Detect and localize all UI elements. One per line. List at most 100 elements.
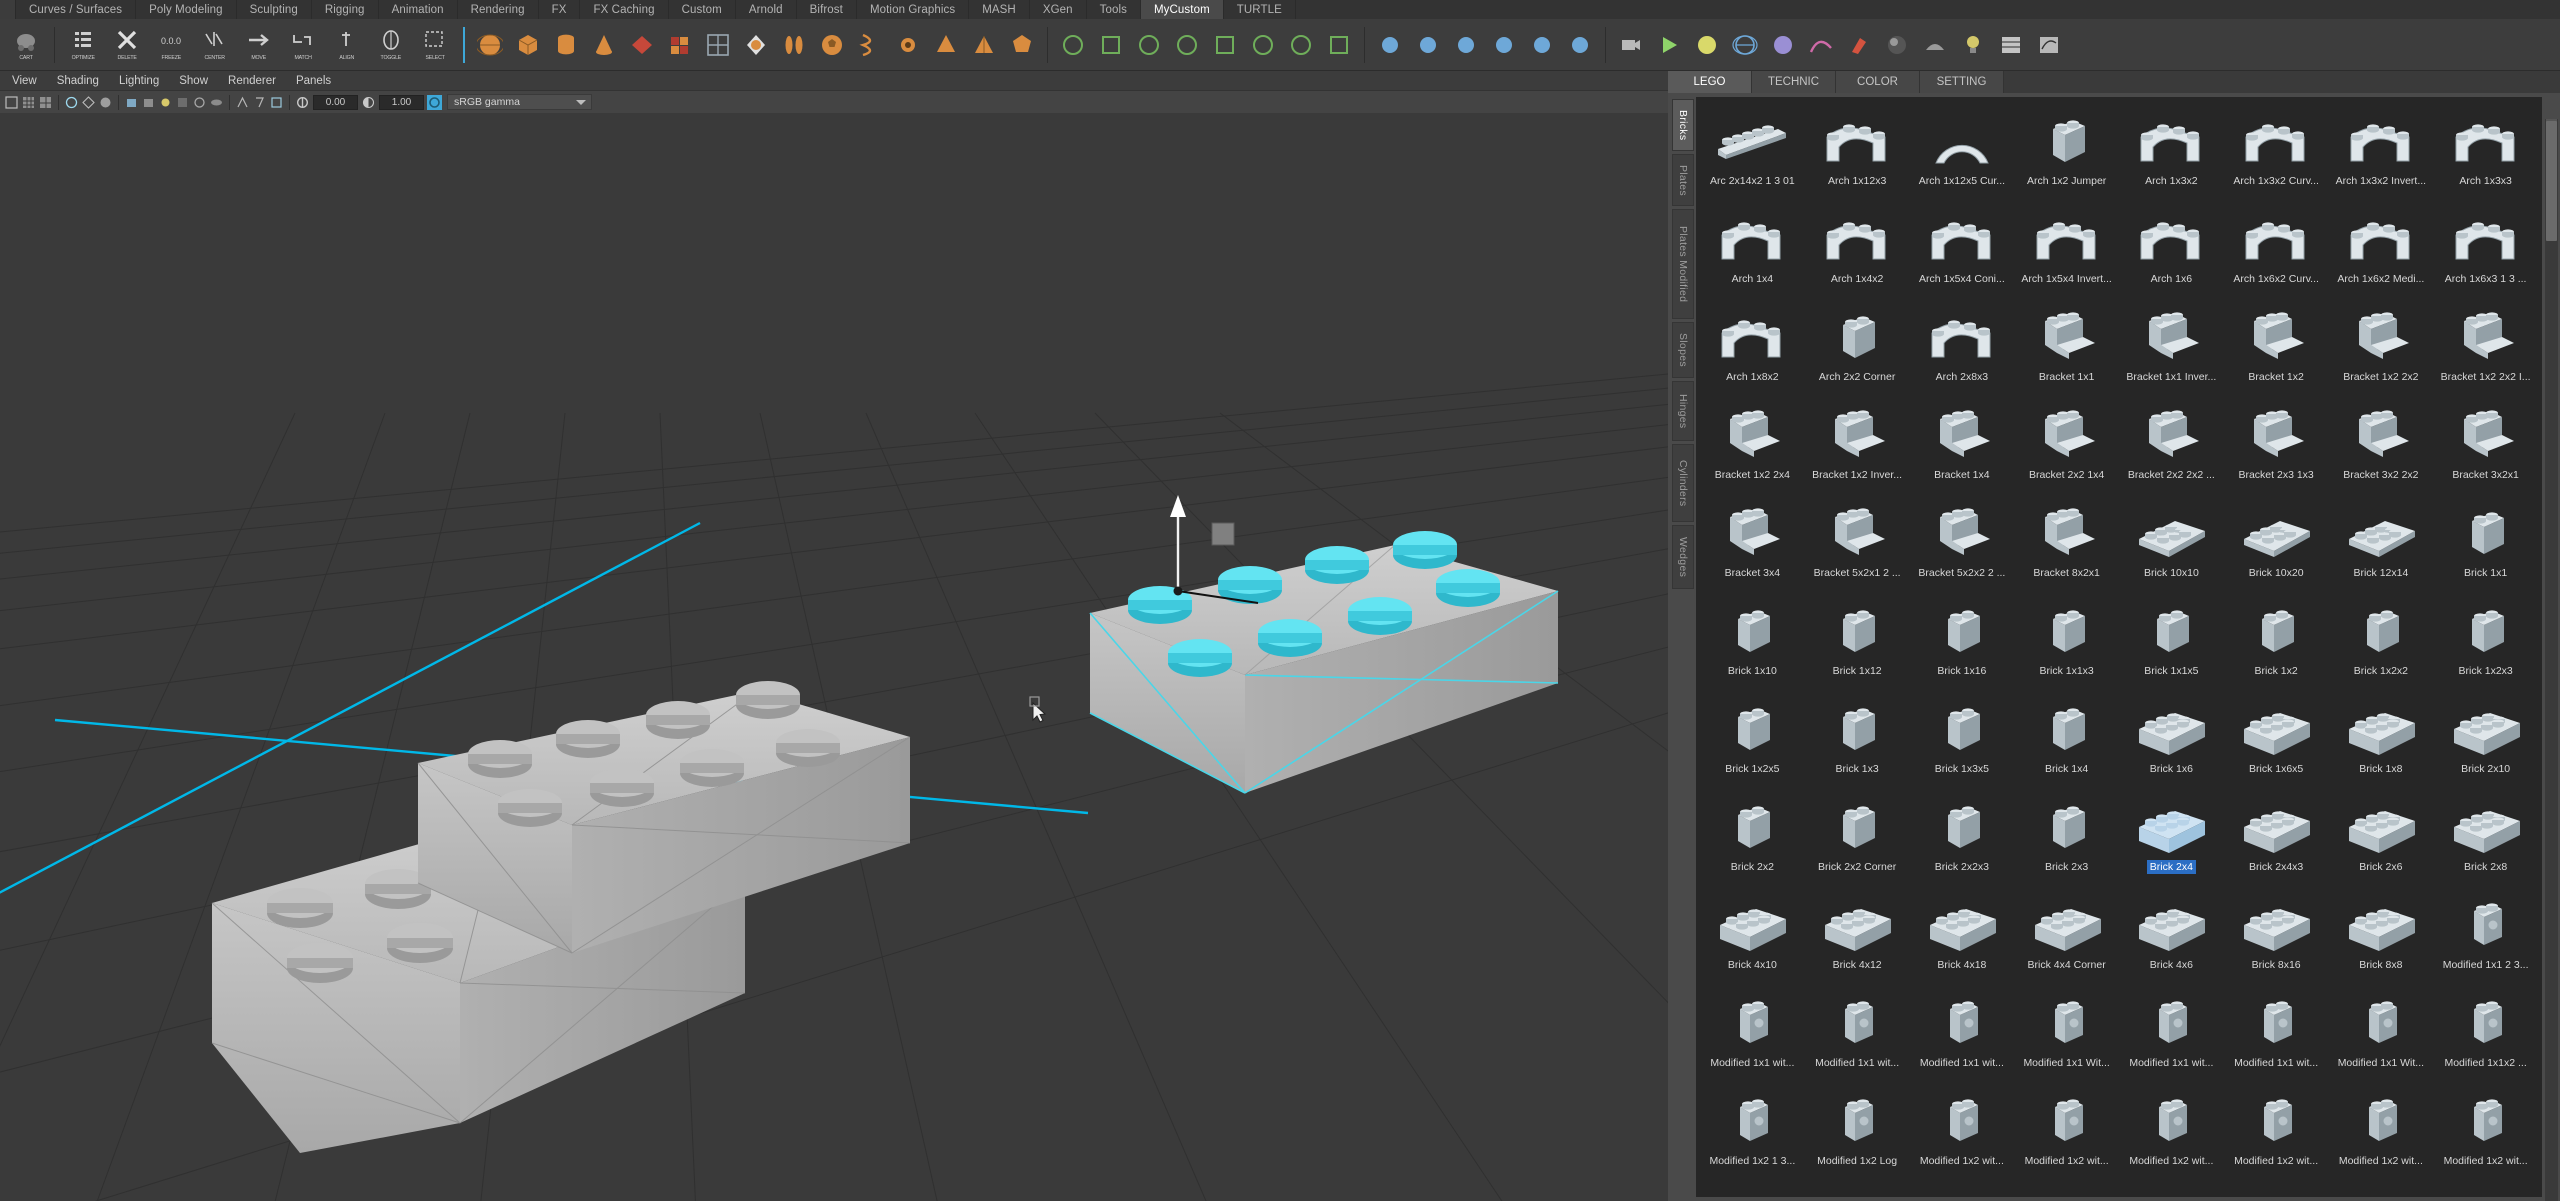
lights-icon[interactable]: [158, 95, 173, 110]
brick-item[interactable]: Arch 1x3x3: [2433, 103, 2538, 201]
playblast-icon[interactable]: [1652, 23, 1686, 67]
area-light-icon[interactable]: [1563, 23, 1597, 67]
color-profile-select[interactable]: sRGB gamma: [447, 94, 592, 110]
brick-item[interactable]: Arch 1x6: [2119, 201, 2224, 299]
brick-item[interactable]: Modified 1x2 wit...: [2119, 1083, 2224, 1181]
brick-item[interactable]: Brick 1x2x3: [2433, 593, 2538, 691]
brick-item[interactable]: Brick 1x6: [2119, 691, 2224, 789]
poly-cone-icon[interactable]: [587, 23, 621, 67]
poly-pyramid-icon[interactable]: [967, 23, 1001, 67]
torus-nurbs-icon[interactable]: [1246, 23, 1280, 67]
brick-item[interactable]: Bracket 2x2 2x2 ...: [2119, 397, 2224, 495]
brick-item[interactable]: Brick 4x4 Corner: [2014, 887, 2119, 985]
graph-editor-icon[interactable]: [2032, 23, 2066, 67]
shelf-tab-motion-graphics[interactable]: Motion Graphics: [856, 0, 970, 19]
viewport-menu-view[interactable]: View: [2, 75, 47, 87]
brick-item[interactable]: Brick 10x10: [2119, 495, 2224, 593]
brick-item[interactable]: Bracket 5x2x1 2 ...: [1805, 495, 1910, 593]
render-settings-icon[interactable]: [1766, 23, 1800, 67]
brick-item[interactable]: Brick 4x18: [1910, 887, 2015, 985]
shelf-tab-bifrost[interactable]: Bifrost: [796, 0, 857, 19]
directional-light-icon[interactable]: [1449, 23, 1483, 67]
grid2-toggle-icon[interactable]: [38, 95, 53, 110]
panel-tab-color[interactable]: COLOR: [1836, 71, 1920, 93]
poly-prism-icon[interactable]: [929, 23, 963, 67]
brick-item[interactable]: Arch 2x8x3: [1910, 299, 2015, 397]
brick-item[interactable]: Bracket 1x1: [2014, 299, 2119, 397]
brick-item[interactable]: Brick 2x6: [2329, 789, 2434, 887]
brick-item[interactable]: Modified 1x1 2 3...: [2433, 887, 2538, 985]
shelf-tab-xgen[interactable]: XGen: [1029, 0, 1087, 19]
brick-item[interactable]: Bracket 2x3 1x3: [2224, 397, 2329, 495]
scrollbar-thumb[interactable]: [2546, 121, 2557, 241]
brick-item[interactable]: Modified 1x1 wit...: [1700, 985, 1805, 1083]
category-tab-wedges[interactable]: Wedges: [1672, 525, 1694, 589]
brick-item[interactable]: Brick 1x2: [2224, 593, 2329, 691]
view-transform-icon[interactable]: [269, 95, 284, 110]
poly-platonic-icon[interactable]: [1005, 23, 1039, 67]
freeze-icon[interactable]: 0.0.0 FREEZE: [151, 23, 191, 67]
gamma-value-field[interactable]: 1.00: [379, 94, 424, 110]
brick-item[interactable]: Brick 1x6x5: [2224, 691, 2329, 789]
brick-item[interactable]: Bracket 1x2 2x2 I...: [2433, 299, 2538, 397]
shelf-tab-poly-modeling[interactable]: Poly Modeling: [136, 0, 237, 19]
ipr-icon[interactable]: [1728, 23, 1762, 67]
brick-item[interactable]: Brick 1x3x5: [1910, 691, 2015, 789]
move-icon[interactable]: MOVE: [239, 23, 279, 67]
render-icon[interactable]: [1690, 23, 1724, 67]
brick-item[interactable]: Arch 1x4: [1700, 201, 1805, 299]
shelf-tab-rigging[interactable]: Rigging: [311, 0, 379, 19]
panel-tab-setting[interactable]: SETTING: [1920, 71, 2004, 93]
brick-item[interactable]: Modified 1x2 1 3...: [1700, 1083, 1805, 1181]
camera-icon[interactable]: [1614, 23, 1648, 67]
brick-item[interactable]: Arch 1x3x2 Curv...: [2224, 103, 2329, 201]
brick-item[interactable]: Brick 2x10: [2433, 691, 2538, 789]
poly-pipe-icon[interactable]: [777, 23, 811, 67]
toggle-icon[interactable]: TOGGLE: [371, 23, 411, 67]
poly-disc-icon[interactable]: [739, 23, 773, 67]
brick-item[interactable]: Modified 1x1 wit...: [2224, 985, 2329, 1083]
ambient-light-icon[interactable]: [1411, 23, 1445, 67]
brick-item[interactable]: Bracket 8x2x1: [2014, 495, 2119, 593]
brick-item[interactable]: Modified 1x2 wit...: [2329, 1083, 2434, 1181]
category-tab-hinges[interactable]: Hinges: [1672, 381, 1694, 441]
shelf-tab-tools[interactable]: Tools: [1086, 0, 1141, 19]
color-management-icon[interactable]: [427, 94, 442, 110]
shelf-grip-handle[interactable]: [0, 0, 16, 19]
cylinder-nurbs-icon[interactable]: [1132, 23, 1166, 67]
brick-item[interactable]: Modified 1x1 wit...: [1910, 985, 2015, 1083]
viewport-menu-show[interactable]: Show: [169, 75, 218, 87]
brick-item[interactable]: Brick 1x1x5: [2119, 593, 2224, 691]
plane-nurbs-icon[interactable]: [1208, 23, 1242, 67]
brick-item[interactable]: Brick 2x2x3: [1910, 789, 2015, 887]
grid-toggle-icon[interactable]: [21, 95, 36, 110]
brick-item[interactable]: Brick 4x6: [2119, 887, 2224, 985]
brick-item[interactable]: Arch 1x6x2 Medi...: [2329, 201, 2434, 299]
sphere-preview-icon[interactable]: [1880, 23, 1914, 67]
shelf-tab-animation[interactable]: Animation: [378, 0, 458, 19]
brick-item[interactable]: Arch 1x2 Jumper: [2014, 103, 2119, 201]
viewport-menu-shading[interactable]: Shading: [47, 75, 109, 87]
square-nurbs-icon[interactable]: [1322, 23, 1356, 67]
smooth-shade-icon[interactable]: [1918, 23, 1952, 67]
exposure-icon[interactable]: [295, 95, 310, 110]
brick-item[interactable]: Arch 2x2 Corner: [1805, 299, 1910, 397]
poly-torus-icon[interactable]: [663, 23, 697, 67]
textured-icon[interactable]: [141, 95, 156, 110]
motion-blur-icon[interactable]: [209, 95, 224, 110]
brick-item[interactable]: Modified 1x2 wit...: [2014, 1083, 2119, 1181]
brick-item[interactable]: Bracket 1x1 Inver...: [2119, 299, 2224, 397]
iso-view-icon[interactable]: [124, 95, 139, 110]
viewport-menu-renderer[interactable]: Renderer: [218, 75, 286, 87]
ao-icon[interactable]: [192, 95, 207, 110]
point-light-icon[interactable]: [1487, 23, 1521, 67]
brick-item[interactable]: Arch 1x4x2: [1805, 201, 1910, 299]
shelf-tab-rendering[interactable]: Rendering: [457, 0, 539, 19]
brick-item[interactable]: Brick 8x8: [2329, 887, 2434, 985]
brick-item[interactable]: Bracket 3x2 2x2: [2329, 397, 2434, 495]
brick-item[interactable]: Brick 1x8: [2329, 691, 2434, 789]
viewport-menu-panels[interactable]: Panels: [286, 75, 341, 87]
brick-item[interactable]: Brick 1x2x2: [2329, 593, 2434, 691]
brick-item[interactable]: Arch 1x6x2 Curv...: [2224, 201, 2329, 299]
volume-light-icon[interactable]: [1373, 23, 1407, 67]
